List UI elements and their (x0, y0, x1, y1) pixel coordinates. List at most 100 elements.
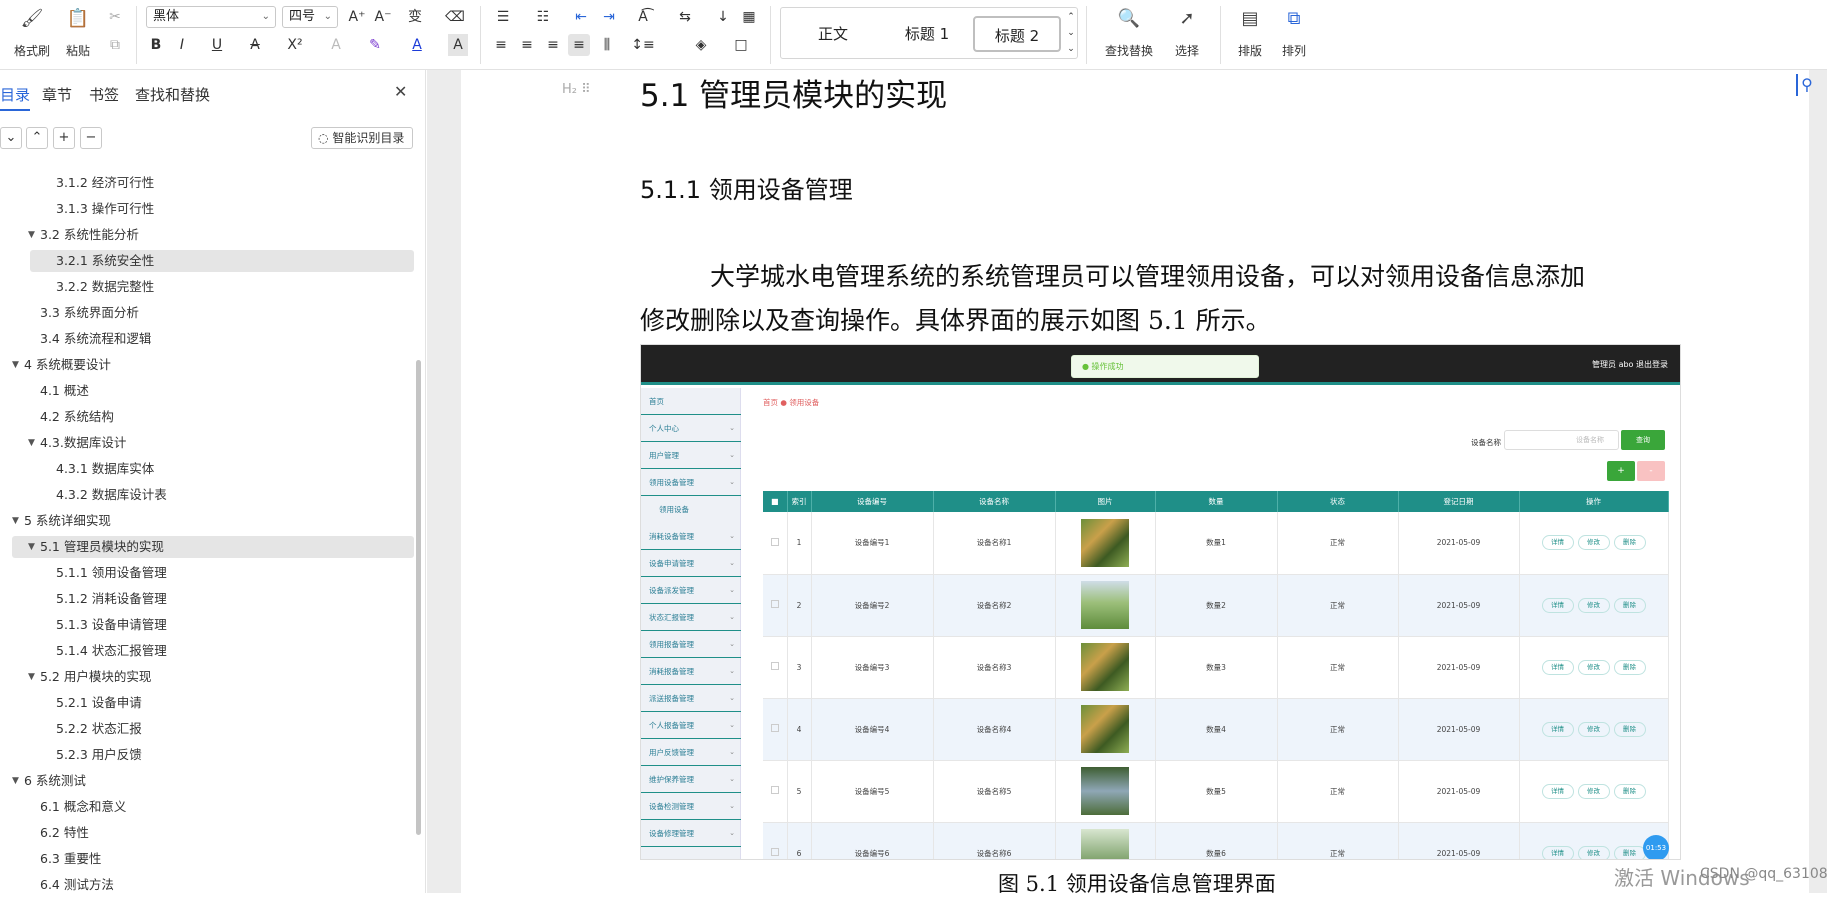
chinese-layout-icon[interactable]: A͡ (628, 6, 658, 28)
toc-item[interactable]: 6.1 概念和意义 (12, 796, 414, 818)
paste-button[interactable]: 📋 粘贴 (56, 6, 100, 59)
edit-button[interactable]: 修改 (1577, 721, 1610, 737)
app-sidebar-item[interactable]: 设备修理管理 ⌄ (641, 820, 741, 847)
style-heading-2[interactable]: 标题 2 (973, 16, 1061, 52)
highlight-icon[interactable]: ✎ (362, 34, 388, 56)
app-sidebar-item[interactable]: 领用设备管理 ⌄ (641, 469, 741, 496)
toc-item[interactable]: 6.3 重要性 (12, 848, 414, 870)
font-color-icon[interactable]: A (404, 34, 430, 56)
toc-item[interactable]: 3.4 系统流程和逻辑 (12, 328, 414, 350)
delete-button[interactable]: 删除 (1613, 783, 1646, 799)
toc-item[interactable]: ▼ 4 系统概要设计 (12, 354, 414, 376)
edit-button[interactable]: 修改 (1577, 597, 1610, 613)
shrink-font-icon[interactable]: A⁻ (372, 6, 394, 28)
app-sidebar-item[interactable]: 用户反馈管理 ⌄ (641, 739, 741, 766)
outdent-icon[interactable]: ⇤ (570, 6, 592, 28)
toc-item[interactable]: 4.3.1 数据库实体 (12, 458, 414, 480)
font-size-select[interactable]: 四号 ⌄ (282, 6, 338, 28)
expand-arrow-icon[interactable]: ▼ (12, 510, 19, 532)
clear-format-icon[interactable]: ⌫ (444, 6, 466, 28)
toc-item[interactable]: ▼ 3.2 系统性能分析 (12, 224, 414, 246)
app-sidebar-item[interactable]: 状态汇报管理 ⌄ (641, 604, 741, 631)
app-sidebar-item[interactable]: 消耗报备管理 ⌄ (641, 658, 741, 685)
indent-icon[interactable]: ⇥ (598, 6, 620, 28)
toc-item[interactable]: ▼ 5 系统详细实现 (12, 510, 414, 532)
bullet-list-icon[interactable]: ☰ (490, 6, 516, 28)
toc-item[interactable]: ▼ 5.1 管理员模块的实现 (12, 536, 414, 558)
bold-icon[interactable]: B (146, 34, 166, 56)
shading-icon[interactable]: ◈ (686, 34, 716, 56)
toc-item[interactable]: 3.1.3 操作可行性 (12, 198, 414, 220)
row-checkbox[interactable] (763, 822, 788, 859)
char-shading-icon[interactable]: A (448, 34, 468, 56)
promote-button[interactable]: ⌃ (26, 127, 48, 149)
font-name-select[interactable]: 黑体 ⌄ (146, 6, 276, 28)
delete-button[interactable]: 删除 (1613, 535, 1646, 551)
row-checkbox[interactable] (763, 636, 788, 699)
add-heading-button[interactable]: + (53, 127, 75, 149)
toc-item[interactable]: ▼ 5.2 用户模块的实现 (12, 666, 414, 688)
numbered-list-icon[interactable]: ☷ (530, 6, 556, 28)
table-icon[interactable]: ▦ (738, 6, 760, 28)
tab-sections[interactable]: 章节 (42, 84, 72, 105)
toc-item[interactable]: 5.2.1 设备申请 (12, 692, 414, 714)
style-heading-1[interactable]: 标题 1 (883, 16, 971, 52)
collapse-all-button[interactable]: ⌄ (0, 127, 22, 149)
search-input[interactable]: 设备名称 (1504, 430, 1619, 450)
expand-arrow-icon[interactable]: ▼ (28, 666, 35, 688)
table-column-header[interactable]: ■ (763, 491, 788, 512)
toc-item[interactable]: 3.1.2 经济可行性 (12, 172, 414, 194)
copy-icon[interactable]: ⧉ (104, 34, 126, 56)
phonetic-icon[interactable]: 变 (400, 6, 430, 28)
superscript-icon[interactable]: X² (282, 34, 308, 56)
tab-toc[interactable]: 目录 (0, 84, 31, 111)
app-sidebar-item[interactable]: 用户管理 ⌄ (641, 442, 741, 469)
row-checkbox[interactable] (763, 574, 788, 637)
app-sidebar-item[interactable]: 设备派发管理 ⌄ (641, 577, 741, 604)
align-center-icon[interactable]: ≡ (516, 34, 538, 56)
row-checkbox[interactable] (763, 760, 788, 823)
row-checkbox[interactable] (763, 512, 788, 575)
align-right-icon[interactable]: ≡ (542, 34, 564, 56)
detail-button[interactable]: 详情 (1541, 597, 1574, 613)
gallery-more-icon[interactable]: ⌄ (1064, 38, 1078, 60)
tab-find-replace[interactable]: 查找和替换 (135, 84, 210, 105)
arrange-button[interactable]: ⧉ 排列 (1272, 6, 1316, 59)
expand-arrow-icon[interactable]: ▼ (28, 224, 35, 246)
toc-item[interactable]: 5.1.1 领用设备管理 (12, 562, 414, 584)
delete-button[interactable]: - (1637, 461, 1665, 481)
app-sidebar-item[interactable]: 首页 (641, 388, 741, 415)
query-button[interactable]: 查询 (1621, 430, 1665, 450)
edit-button[interactable]: 修改 (1577, 783, 1610, 799)
toc-item[interactable]: 3.2.2 数据完整性 (12, 276, 414, 298)
detail-button[interactable]: 详情 (1541, 659, 1574, 675)
toc-item[interactable]: 5.1.4 状态汇报管理 (12, 640, 414, 662)
app-sidebar-item[interactable]: 设备检测管理 ⌄ (641, 793, 741, 820)
toc-item[interactable]: 5.2.3 用户反馈 (12, 744, 414, 766)
app-sidebar-item[interactable]: 个人中心 ⌄ (641, 415, 741, 442)
location-pin-icon[interactable]: ⚲ (1796, 74, 1816, 96)
toc-item[interactable]: 5.2.2 状态汇报 (12, 718, 414, 740)
app-sidebar-item[interactable]: 派送报备管理 ⌄ (641, 685, 741, 712)
layout-button[interactable]: ▤ 排版 (1228, 6, 1272, 59)
remove-heading-button[interactable]: − (80, 127, 102, 149)
add-button[interactable]: + (1607, 461, 1635, 481)
toc-item[interactable]: 4.2 系统结构 (12, 406, 414, 428)
cut-icon[interactable]: ✂ (104, 6, 126, 28)
detail-button[interactable]: 详情 (1541, 721, 1574, 737)
align-justify-icon[interactable]: ≡ (568, 34, 590, 56)
text-effect-icon[interactable]: A (326, 34, 346, 56)
align-left-icon[interactable]: ≡ (490, 34, 512, 56)
italic-icon[interactable]: I (172, 34, 192, 56)
toc-item[interactable]: 4.3.2 数据库设计表 (12, 484, 414, 506)
delete-button[interactable]: 删除 (1613, 659, 1646, 675)
distribute-icon[interactable]: ⫼ (596, 34, 618, 56)
close-icon[interactable]: ✕ (394, 82, 407, 101)
floating-timer[interactable]: 01:53 (1643, 835, 1669, 859)
tab-bookmarks[interactable]: 书签 (89, 84, 119, 105)
delete-button[interactable]: 删除 (1613, 597, 1646, 613)
toc-item[interactable]: 6.2 特性 (12, 822, 414, 844)
expand-arrow-icon[interactable]: ▼ (28, 432, 35, 454)
detail-button[interactable]: 详情 (1541, 535, 1574, 551)
find-replace-button[interactable]: 🔍 查找替换 (1098, 6, 1160, 59)
